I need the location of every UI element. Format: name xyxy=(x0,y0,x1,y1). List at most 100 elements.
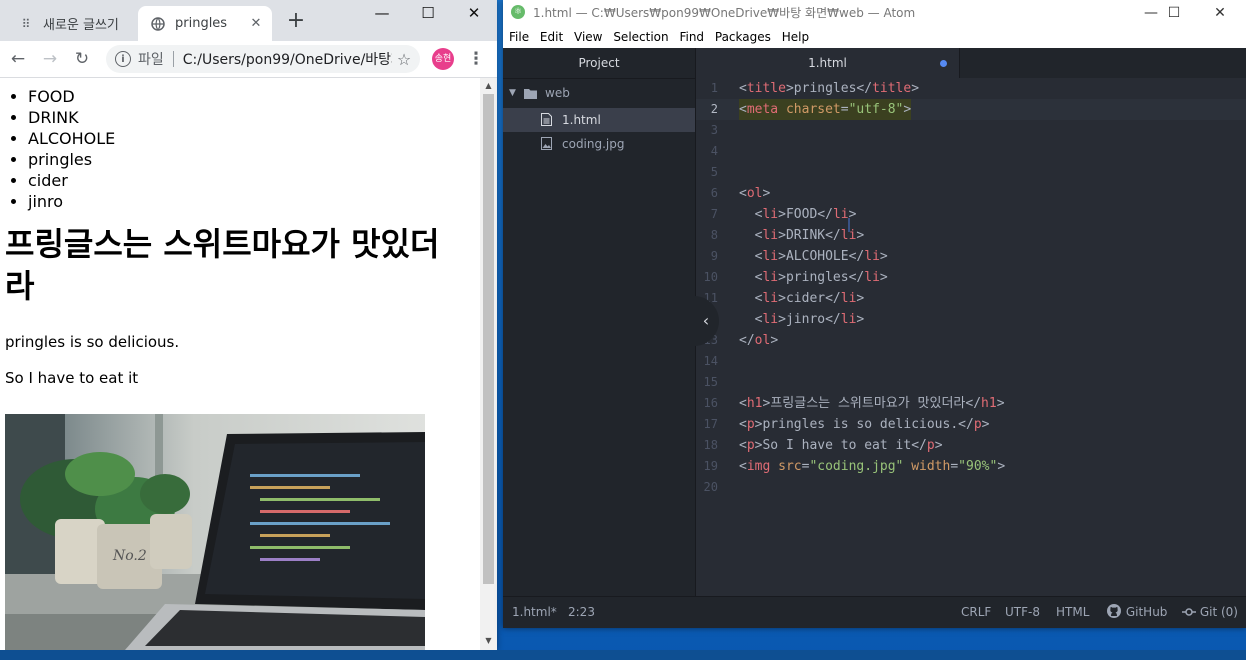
atom-logo-icon: ⚛ xyxy=(511,5,525,19)
status-github[interactable]: GitHub xyxy=(1106,597,1167,627)
tree-item-label: web xyxy=(545,86,570,100)
project-tree: Project ▼ web 1.html coding.jpg xyxy=(503,48,696,596)
list-item: FOOD xyxy=(28,86,480,107)
image-file-icon xyxy=(541,137,552,150)
tree-item-label: coding.jpg xyxy=(562,137,625,151)
code-line: 18 <p>So I have to eat it</p> xyxy=(703,438,943,453)
omnibox-divider xyxy=(172,51,174,67)
status-file-name[interactable]: 1.html* xyxy=(512,597,557,627)
code-line: 10 <li>pringles</li> xyxy=(703,270,888,285)
code-line-current: 2 <meta charset="utf-8"> xyxy=(696,99,1246,120)
github-label: GitHub xyxy=(1125,605,1168,619)
editor-tab-label: 1.html xyxy=(808,56,847,70)
tree-folder-web[interactable]: ▼ web xyxy=(503,81,695,105)
maximize-button[interactable]: ☐ xyxy=(1151,0,1197,26)
code-line: 12 <li>jinro</li> xyxy=(704,312,865,327)
back-button[interactable]: ← xyxy=(6,47,30,71)
code-line: 14 xyxy=(703,354,718,368)
scheme-label: 파일 xyxy=(138,52,164,68)
code-line: 6 <ol> xyxy=(710,186,771,201)
address-bar[interactable]: i 파일 C:/Users/pon99/OneDrive/바탕화면/web/1.… xyxy=(106,45,420,73)
git-commit-icon xyxy=(1182,608,1196,616)
menu-selection[interactable]: Selection xyxy=(607,26,668,48)
tree-file-1-html[interactable]: 1.html xyxy=(503,108,695,132)
new-tab-button[interactable]: + xyxy=(284,9,308,33)
reload-button[interactable]: ↻ xyxy=(70,47,94,71)
menu-file[interactable]: File xyxy=(503,26,529,48)
text-cursor xyxy=(848,218,850,232)
code-line: 15 xyxy=(703,375,718,389)
close-window-button[interactable]: ✕ xyxy=(1197,0,1243,26)
status-line-ending[interactable]: CRLF xyxy=(961,597,991,627)
food-list: FOOD DRINK ALCOHOLE pringles cider jinro xyxy=(0,86,480,212)
browser-window: ⠿ 새로운 글쓰기 pringles ✕ + — ☐ ✕ ← → ↻ i 파일 … xyxy=(0,0,497,650)
tree-header[interactable]: Project xyxy=(503,48,695,79)
status-bar: 1.html* 2:23 CRLF UTF-8 HTML GitHub Git … xyxy=(503,596,1246,628)
file-text-icon xyxy=(541,113,552,126)
scrollbar-thumb[interactable] xyxy=(483,94,494,584)
code-line: 17 <p>pringles is so delicious.</p> xyxy=(703,417,990,432)
tree-item-label: 1.html xyxy=(562,113,601,127)
window-title: 1.html — C:₩Users₩pon99₩OneDrive₩바탕 화면₩w… xyxy=(533,6,916,20)
tab-label: pringles xyxy=(175,16,228,31)
list-item: jinro xyxy=(28,191,480,212)
status-encoding[interactable]: UTF-8 xyxy=(1005,597,1040,627)
paragraph-2: So I have to eat it xyxy=(5,369,139,387)
menu-view[interactable]: View xyxy=(568,26,602,48)
scroll-up-icon[interactable]: ▲ xyxy=(480,78,497,93)
status-git[interactable]: Git (0) xyxy=(1182,597,1238,627)
list-item: cider xyxy=(28,170,480,191)
code-line: 11 <li>cider</li> xyxy=(703,291,865,306)
menu-icon[interactable]: ⋮ xyxy=(466,47,486,71)
code-line: 16 <h1>프링글스는 스위트마요가 맛있더라</h1> xyxy=(703,396,1005,411)
code-line: 3 xyxy=(710,123,718,137)
tab-strip: ⠿ 새로운 글쓰기 pringles ✕ + — ☐ ✕ xyxy=(0,0,497,41)
atom-window: ⚛ 1.html — C:₩Users₩pon99₩OneDrive₩바탕 화면… xyxy=(503,0,1246,628)
minimize-button[interactable]: — xyxy=(359,0,405,28)
close-window-button[interactable]: ✕ xyxy=(451,0,497,28)
code-line: 13 </ol> xyxy=(703,333,779,348)
info-icon[interactable]: i xyxy=(115,51,131,67)
menu-find[interactable]: Find xyxy=(673,26,704,48)
profile-avatar[interactable]: 송현 xyxy=(432,48,454,70)
page-content: FOOD DRINK ALCOHOLE pringles cider jinro… xyxy=(0,78,480,650)
page-heading: 프링글스는 스위트마요가 맛있더라 xyxy=(5,225,440,305)
github-icon xyxy=(1107,604,1121,618)
status-cursor-position[interactable]: 2:23 xyxy=(568,597,595,627)
tree-file-coding-jpg[interactable]: coding.jpg xyxy=(503,132,695,156)
menu-edit[interactable]: Edit xyxy=(534,26,563,48)
maximize-button[interactable]: ☐ xyxy=(405,0,451,28)
editor-tab-bar: 1.html xyxy=(696,48,1246,79)
page-scrollbar[interactable]: ▲ ▼ xyxy=(480,78,497,650)
code-line: 8 <li>DRINK</li> xyxy=(710,228,865,243)
list-item: DRINK xyxy=(28,107,480,128)
forward-button[interactable]: → xyxy=(38,47,62,71)
tab-new-post[interactable]: ⠿ 새로운 글쓰기 xyxy=(8,6,136,41)
code-line: 1 <title>pringles</title> xyxy=(710,81,920,96)
code-editor[interactable]: 1 <title>pringles</title> 2 <meta charset=… xyxy=(696,78,1246,596)
list-item: ALCOHOLE xyxy=(28,128,480,149)
status-grammar[interactable]: HTML xyxy=(1056,597,1089,627)
chevron-down-icon: ▼ xyxy=(509,88,516,98)
scroll-down-icon[interactable]: ▼ xyxy=(480,633,497,648)
editor-tab-1-html[interactable]: 1.html xyxy=(696,48,960,79)
list-item: pringles xyxy=(28,149,480,170)
git-label: Git (0) xyxy=(1199,605,1238,619)
laptop-photo: No.2 xyxy=(5,414,425,650)
paragraph-1: pringles is so delicious. xyxy=(5,333,180,351)
close-tab-icon[interactable]: ✕ xyxy=(248,16,264,31)
atom-title-bar: ⚛ 1.html — C:₩Users₩pon99₩OneDrive₩바탕 화면… xyxy=(503,0,1246,26)
code-line: 4 xyxy=(710,144,718,158)
tab-pringles[interactable]: pringles ✕ xyxy=(138,6,272,41)
modified-indicator-icon[interactable] xyxy=(940,60,947,67)
bookmark-star-icon[interactable]: ☆ xyxy=(392,50,416,69)
globe-icon xyxy=(150,16,166,32)
folder-icon xyxy=(524,89,537,99)
code-line: 7 <li>FOOD</li> xyxy=(710,207,857,222)
tab-label: 새로운 글쓰기 xyxy=(43,18,119,33)
menu-packages[interactable]: Packages xyxy=(709,26,771,48)
svg-text:No.2: No.2 xyxy=(112,548,147,564)
code-line: 19 <img src="coding.jpg" width="90%"> xyxy=(703,459,1006,474)
url-text[interactable]: C:/Users/pon99/OneDrive/바탕화면/web/1.html xyxy=(183,49,392,69)
menu-help[interactable]: Help xyxy=(776,26,809,48)
